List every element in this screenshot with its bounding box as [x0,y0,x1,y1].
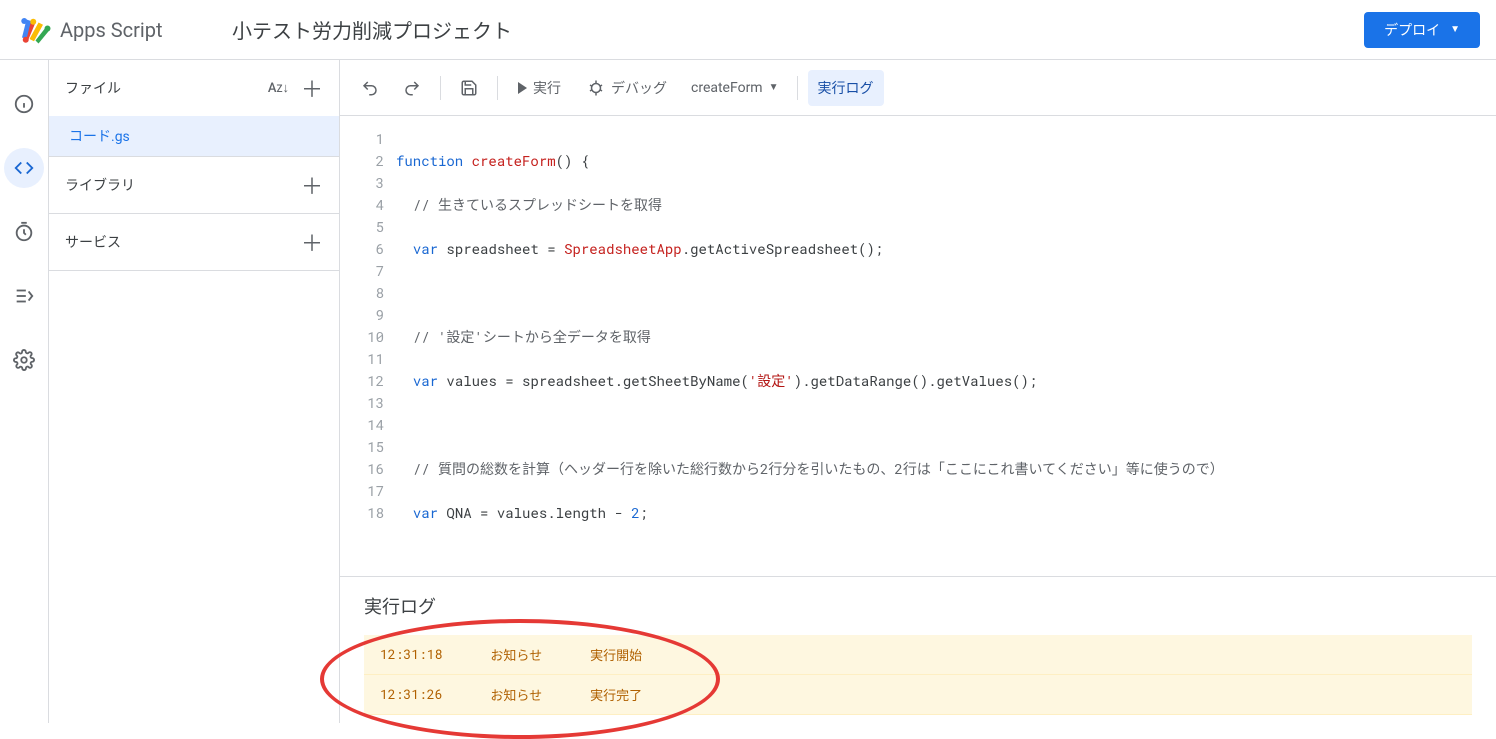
execution-log-panel: 実行ログ 12:31:18 お知らせ 実行開始 12:31:26 お知らせ 実行… [340,576,1496,723]
log-msg: 実行完了 [590,685,642,704]
deploy-label: デプロイ [1384,20,1440,40]
separator [797,76,798,100]
libraries-header: ライブラリ ＋ [49,157,339,213]
project-title[interactable]: 小テスト労力削減プロジェクト [232,15,1364,44]
rail-settings-icon[interactable] [4,340,44,380]
log-row: 12:31:18 お知らせ 実行開始 [364,635,1472,675]
undo-button[interactable] [352,70,388,106]
log-msg: 実行開始 [590,645,642,664]
chevron-down-icon: ▼ [1450,24,1460,35]
main-area: 実行 デバッグ createForm ▼ 実行ログ 12345678910111… [340,60,1496,723]
rail-triggers-icon[interactable] [4,212,44,252]
file-item-code[interactable]: コード.gs [49,116,339,156]
execution-log-button[interactable]: 実行ログ [808,70,884,106]
separator [497,76,498,100]
chevron-down-icon: ▼ [769,82,779,93]
add-service-icon[interactable]: ＋ [301,226,323,258]
log-type: お知らせ [490,645,542,664]
function-selector[interactable]: createForm ▼ [683,80,787,96]
sidebar: ファイル AZ↓ ＋ コード.gs ライブラリ ＋ サービス ＋ [48,60,340,723]
log-title: 実行ログ [364,593,1472,619]
play-icon [518,82,527,94]
debug-button[interactable]: デバッグ [577,70,677,106]
log-row: 12:31:26 お知らせ 実行完了 [364,675,1472,715]
debug-label: デバッグ [611,78,667,98]
run-label: 実行 [533,78,561,98]
header: Apps Script 小テスト労力削減プロジェクト デプロイ ▼ [0,0,1496,60]
rail-editor-icon[interactable] [4,148,44,188]
services-header: サービス ＋ [49,214,339,270]
services-label: サービス [65,232,121,252]
log-type: お知らせ [490,685,542,704]
redo-button[interactable] [394,70,430,106]
app-name: Apps Script [60,18,163,42]
files-label: ファイル [65,78,121,98]
rail-executions-icon[interactable] [4,276,44,316]
save-button[interactable] [451,70,487,106]
logo-area[interactable]: Apps Script [16,12,216,48]
toolbar: 実行 デバッグ createForm ▼ 実行ログ [340,60,1496,116]
function-selected: createForm [691,80,763,96]
gutter: 123456789101112131415161718 [340,128,396,576]
left-rail [0,60,48,723]
log-label: 実行ログ [818,78,874,98]
files-header: ファイル AZ↓ ＋ [49,60,339,116]
rail-overview-icon[interactable] [4,84,44,124]
libraries-label: ライブラリ [65,175,135,195]
add-file-icon[interactable]: ＋ [301,72,323,104]
apps-script-logo-icon [16,12,52,48]
add-library-icon[interactable]: ＋ [301,169,323,201]
deploy-button[interactable]: デプロイ ▼ [1364,12,1480,48]
bug-icon [587,79,605,97]
run-button[interactable]: 実行 [508,70,571,106]
code-editor[interactable]: 123456789101112131415161718 function cre… [340,116,1496,576]
code-content[interactable]: function createForm() { // 生きているスプレッドシート… [396,128,1496,576]
log-time: 12:31:18 [380,645,442,664]
log-time: 12:31:26 [380,685,442,704]
sort-az-icon[interactable]: AZ↓ [268,80,289,96]
separator [440,76,441,100]
